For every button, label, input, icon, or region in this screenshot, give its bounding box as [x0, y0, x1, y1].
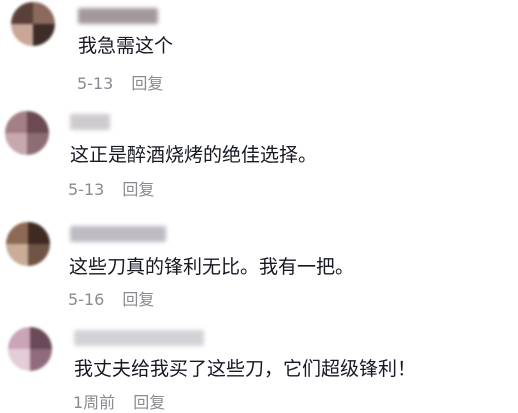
avatar-pixel	[28, 244, 50, 266]
comment-meta: 1周前 回复	[73, 393, 165, 413]
comment-meta: 5-13 回复	[77, 74, 163, 94]
username-blurred[interactable]	[70, 226, 166, 242]
comment-list-screen: { "comments": [ { "text": "我急需这个", "date…	[0, 0, 518, 413]
avatar-pixel	[28, 222, 50, 244]
username-blurred[interactable]	[70, 114, 110, 130]
comment-text: 这些刀真的锋利无比。我有一把。	[69, 256, 355, 278]
avatar-pixel	[8, 327, 30, 349]
comment-meta: 5-16 回复	[68, 290, 154, 310]
avatar-pixel	[33, 24, 55, 46]
avatar-pixel	[6, 222, 28, 244]
reply-button[interactable]: 回复	[122, 180, 154, 199]
avatar-pixel	[33, 2, 55, 24]
avatar[interactable]	[6, 222, 50, 266]
comment-text: 我丈夫给我买了这些刀，它们超级锋利！	[74, 358, 417, 380]
reply-button[interactable]: 回复	[122, 290, 154, 309]
avatar-pixel	[27, 111, 49, 133]
avatar-pixel	[11, 24, 33, 46]
username-blurred[interactable]	[74, 330, 204, 346]
comment-date: 1周前	[73, 393, 116, 412]
reply-button[interactable]: 回复	[133, 393, 165, 412]
avatar-pixel	[11, 2, 33, 24]
comment-date: 5-13	[68, 180, 105, 199]
comment-text: 这正是醉酒烧烤的绝佳选择。	[70, 144, 318, 166]
username-blurred[interactable]	[78, 8, 158, 24]
comment-date: 5-13	[77, 74, 114, 93]
avatar-pixel	[5, 111, 27, 133]
avatar[interactable]	[5, 111, 49, 155]
avatar-pixel	[27, 133, 49, 155]
avatar-pixel	[30, 327, 52, 349]
comment-meta: 5-13 回复	[68, 180, 154, 200]
avatar-pixel	[30, 349, 52, 371]
comment-date: 5-16	[68, 290, 105, 309]
avatar-pixel	[8, 349, 30, 371]
avatar-pixel	[5, 133, 27, 155]
comment-text: 我急需这个	[78, 35, 174, 57]
avatar[interactable]	[8, 327, 52, 371]
avatar-pixel	[6, 244, 28, 266]
avatar[interactable]	[11, 2, 55, 46]
reply-button[interactable]: 回复	[131, 74, 163, 93]
